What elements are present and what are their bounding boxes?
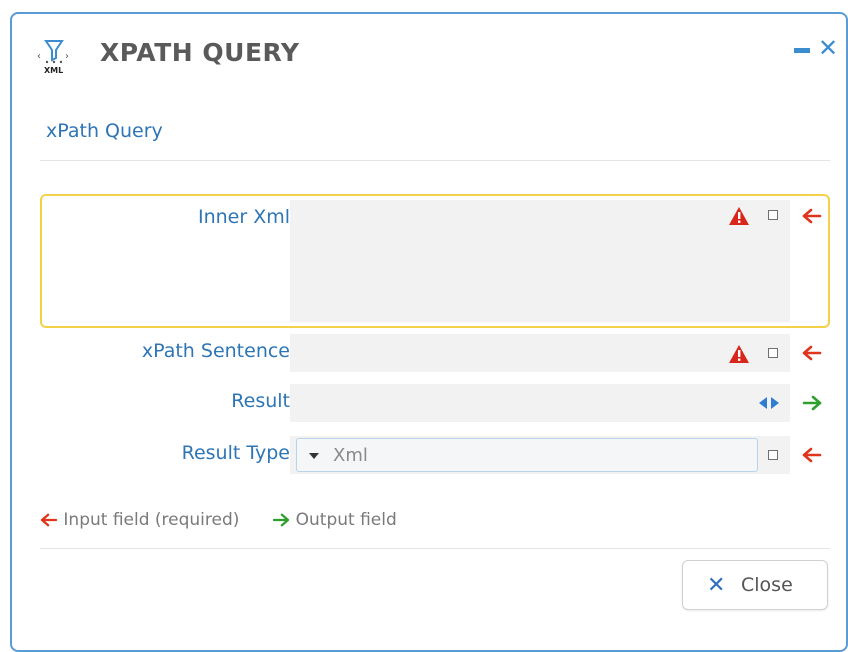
svg-text:‹: ‹ — [37, 51, 41, 62]
xpath-query-dialog: ‹ › XML XPATH QUERY ✕ xPath Query Inner … — [10, 12, 848, 652]
output-arrow-icon[interactable] — [802, 395, 822, 411]
legend-output-label: Output field — [295, 510, 397, 530]
close-icon[interactable]: ✕ — [818, 36, 838, 60]
xpath-sentence-label: xPath Sentence — [141, 340, 290, 362]
option-checkbox[interactable] — [768, 348, 778, 358]
left-right-icon[interactable] — [758, 396, 780, 410]
result-row: Result — [40, 384, 830, 422]
dialog-header: ‹ › XML XPATH QUERY ✕ — [12, 14, 846, 94]
svg-text:XML: XML — [44, 66, 63, 75]
svg-text:›: › — [65, 51, 69, 62]
legend-input-label: Input field (required) — [63, 510, 240, 530]
result-type-row: Result Type Xml — [40, 436, 830, 474]
input-arrow-icon — [40, 513, 58, 527]
input-arrow-icon[interactable] — [802, 447, 822, 463]
close-button-label: Close — [741, 574, 793, 596]
result-label: Result — [231, 390, 290, 412]
close-x-icon: ✕ — [707, 573, 726, 598]
option-checkbox[interactable] — [768, 210, 778, 220]
result-type-value: Xml — [333, 445, 368, 466]
field-legend: Input field (required) Output field — [40, 510, 397, 530]
xpath-sentence-row: xPath Sentence — [40, 334, 830, 372]
input-arrow-icon[interactable] — [802, 345, 822, 361]
option-checkbox[interactable] — [768, 450, 778, 460]
inner-xml-label: Inner Xml — [197, 206, 290, 228]
minimize-icon[interactable] — [794, 38, 810, 56]
dialog-title: XPATH QUERY — [100, 38, 300, 67]
warning-icon — [729, 207, 749, 225]
footer-divider — [40, 548, 830, 549]
section-divider — [40, 160, 830, 161]
section-title: xPath Query — [46, 120, 163, 142]
inner-xml-row: Inner Xml — [40, 194, 830, 328]
close-button[interactable]: ✕ Close — [682, 560, 828, 610]
warning-icon — [729, 345, 749, 363]
inner-xml-textarea[interactable] — [290, 200, 790, 322]
input-arrow-icon[interactable] — [802, 208, 822, 224]
result-type-label: Result Type — [181, 442, 290, 464]
output-arrow-icon — [273, 513, 290, 527]
result-input[interactable] — [290, 384, 790, 422]
xpath-sentence-input[interactable] — [290, 334, 790, 372]
result-type-select[interactable]: Xml — [296, 438, 758, 472]
chevron-down-icon — [309, 453, 319, 459]
xml-filter-icon: ‹ › XML — [37, 40, 69, 75]
